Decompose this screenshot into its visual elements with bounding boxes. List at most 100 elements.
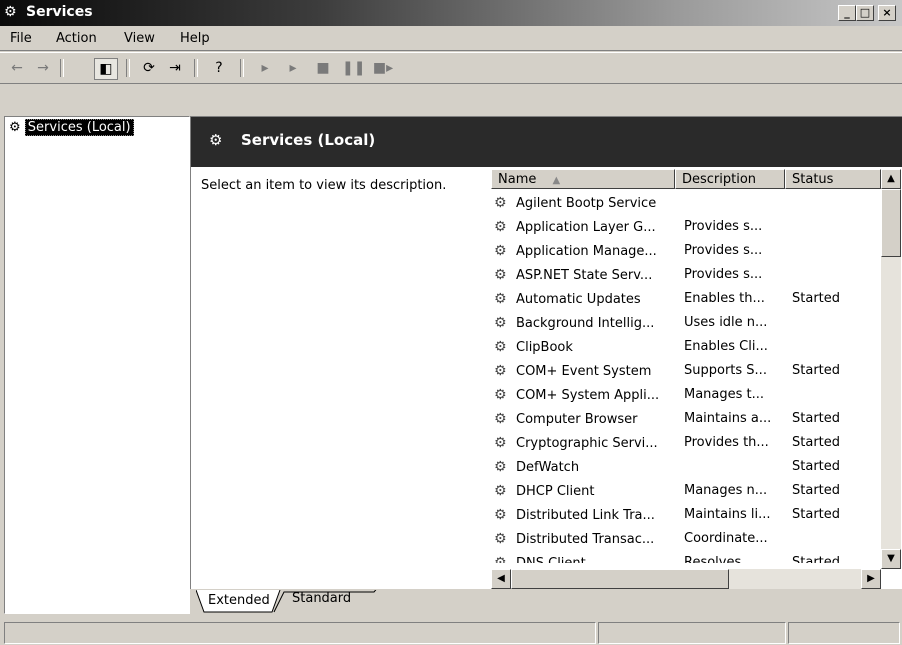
service-gear-icon: ⚙ [494,195,507,211]
service-name: ⚙ Application Manage... [494,239,657,264]
service-description: Provides s... [684,219,763,234]
tree-node-services-local[interactable]: ⚙ Services (Local) [9,119,134,136]
back-icon[interactable]: ← [6,58,28,78]
pane-header-title: Services (Local) [241,131,376,149]
column-header-name[interactable]: Name ▲ [491,169,675,189]
stop-service-icon[interactable]: ■ [312,58,334,78]
service-name: ⚙ Background Intellig... [494,311,654,336]
service-name-text: DefWatch [516,460,580,475]
service-status: Started [792,483,841,498]
service-description: Manages t... [684,387,765,402]
column-header-description[interactable]: Description [675,169,785,189]
service-gear-icon: ⚙ [494,411,507,427]
menu-view[interactable]: View [124,31,155,46]
list-item[interactable]: ⚙ Computer Browser Maintains a... Started [491,407,881,431]
service-name-text: ClipBook [516,340,573,355]
status-panel-3 [788,622,900,644]
service-name-text: Distributed Link Tra... [516,508,655,523]
list-item[interactable]: ⚙ Automatic Updates Enables th... Started [491,287,881,311]
menu-action[interactable]: Action [56,31,97,46]
service-status: Started [792,507,841,522]
title-bar[interactable]: ⚙ Services _ □ × [0,0,902,26]
column-header-status[interactable]: Status [785,169,881,189]
status-panel-main [4,622,596,644]
list-item[interactable]: ⚙ Application Layer G... Provides s... [491,215,881,239]
list-item[interactable]: ⚙ ClipBook Enables Cli... [491,335,881,359]
service-name: ⚙ Distributed Transac... [494,527,654,552]
toolbar-separator [240,59,244,77]
list-item[interactable]: ⚙ DHCP Client Manages n... Started [491,479,881,503]
service-status: Started [792,291,841,306]
vertical-scroll-thumb[interactable] [881,189,901,257]
service-name: ⚙ Automatic Updates [494,287,641,312]
show-hide-console-tree-icon[interactable]: ◧ [94,58,118,80]
horizontal-scrollbar[interactable]: ◀ ▶ [491,569,881,589]
service-name-text: Cryptographic Servi... [516,436,658,451]
forward-icon[interactable]: → [32,58,54,78]
vertical-scrollbar[interactable]: ▲ ▼ [881,169,901,569]
list-item[interactable]: ⚙ Cryptographic Servi... Provides th... Sta… [491,431,881,455]
list-item[interactable]: ⚙ Distributed Link Tra... Maintains li... S… [491,503,881,527]
description-text: Select an item to view its description. [201,178,447,193]
service-name: ⚙ Computer Browser [494,407,637,432]
service-name-text: COM+ Event System [516,364,652,379]
close-button[interactable]: × [878,5,896,21]
status-bar [0,620,902,645]
service-status: Started [792,555,841,563]
view-tabs: Extended Standard [196,590,696,616]
service-gear-icon: ⚙ [494,339,507,355]
scroll-up-button[interactable]: ▲ [881,169,901,189]
toolbar-separator [194,59,198,77]
console-tree[interactable]: ⚙ Services (Local) [4,116,190,614]
minimize-button[interactable]: _ [838,5,856,21]
service-name: ⚙ COM+ System Appli... [494,383,659,408]
scroll-down-button[interactable]: ▼ [881,549,901,569]
service-name-text: Automatic Updates [516,292,641,307]
tree-node-label: Services (Local) [24,119,134,136]
help-icon[interactable]: ? [208,58,230,78]
service-status: Started [792,459,841,474]
service-name-text: Application Manage... [516,244,657,259]
list-item[interactable]: ⚙ COM+ Event System Supports S... Started [491,359,881,383]
service-gear-icon: ⚙ [494,507,507,523]
restart-service-icon[interactable]: ■▸ [372,58,394,78]
service-gear-icon: ⚙ [494,531,507,547]
list-item[interactable]: ⚙ Distributed Transac... Coordinate... [491,527,881,551]
horizontal-scroll-thumb[interactable] [511,569,729,589]
services-gears-icon: ⚙ [209,131,223,149]
list-item[interactable]: ⚙ Agilent Bootp Service [491,191,881,215]
list-item[interactable]: ⚙ COM+ System Appli... Manages t... [491,383,881,407]
pause-service-icon[interactable]: ❚❚ [342,58,365,78]
menu-file[interactable]: File [10,31,32,46]
start-service-icon[interactable]: ▸ [254,58,276,78]
scroll-left-button[interactable]: ◀ [491,569,511,589]
service-gear-icon: ⚙ [494,291,507,307]
toolbar-separator [126,59,130,77]
service-name-text: ASP.NET State Serv... [516,268,653,283]
sort-ascending-icon: ▲ [552,175,561,186]
list-item[interactable]: ⚙ Application Manage... Provides s... [491,239,881,263]
list-item[interactable]: ⚙ Background Intellig... Uses idle n... [491,311,881,335]
service-description: Supports S... [684,363,767,378]
export-list-icon[interactable]: ⇥ [164,58,186,78]
services-list[interactable]: Name ▲ Description Status ⚙ Agilent Bootp… [491,169,902,589]
list-item[interactable]: ⚙ DNS Client Resolves ... Started [491,551,881,563]
service-name-text: Distributed Transac... [516,532,655,547]
tab-standard[interactable]: Standard [286,588,357,610]
service-description: Enables th... [684,291,765,306]
service-description: Provides th... [684,435,769,450]
start-service-icon[interactable]: ▸ [282,58,304,78]
service-name-text: DNS Client [516,556,586,563]
service-name-text: Background Intellig... [516,316,655,331]
service-description: Provides s... [684,243,763,258]
services-gears-icon: ⚙ [9,120,21,135]
list-item[interactable]: ⚙ ASP.NET State Serv... Provides s... [491,263,881,287]
refresh-icon[interactable]: ⟳ [138,58,160,78]
scroll-right-button[interactable]: ▶ [861,569,881,589]
list-item[interactable]: ⚙ DefWatch Started [491,455,881,479]
menu-help[interactable]: Help [180,31,210,46]
tab-extended[interactable]: Extended [202,590,276,612]
window-title: Services [26,4,93,20]
status-panel-2 [598,622,786,644]
maximize-button[interactable]: □ [856,5,874,21]
